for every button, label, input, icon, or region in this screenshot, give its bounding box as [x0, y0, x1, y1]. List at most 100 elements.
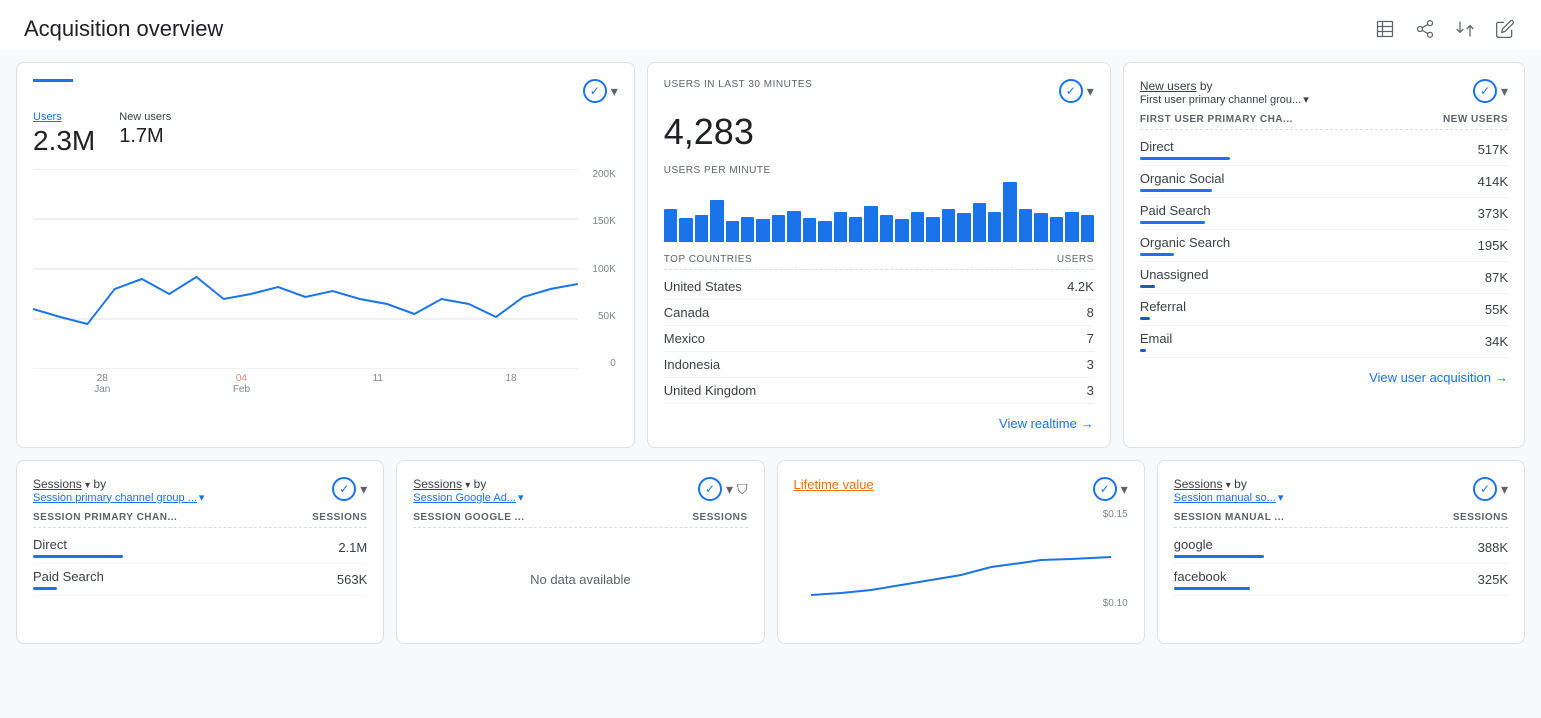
channel-value-email: 34K	[1485, 334, 1508, 349]
sessions-direct-name: Direct	[33, 537, 123, 558]
sessions-google-title: Sessions ▾ by	[413, 477, 698, 491]
sessions-google-subtitle: Session Google Ad... ▾	[413, 491, 698, 504]
bar-5	[726, 221, 739, 242]
realtime-dropdown[interactable]: ▾	[1087, 83, 1094, 100]
sessions-link-1[interactable]: Sessions	[33, 477, 82, 491]
users-check-icon[interactable]: ✓	[583, 79, 607, 103]
bar-21	[973, 203, 986, 242]
sessions-channel-subtitle: Session primary channel group ... ▾	[33, 491, 332, 504]
channel-value-unassigned: 87K	[1485, 270, 1508, 285]
lifetime-y-bottom: $0.10	[1103, 598, 1128, 609]
channel-subtitle: First user primary channel grou... ▾	[1140, 93, 1473, 106]
y-150k: 150K	[592, 216, 615, 227]
sessions-google-col-right: SESSIONS	[692, 512, 747, 523]
country-row-5: United Kingdom 3	[664, 378, 1094, 404]
bar-7	[756, 219, 769, 242]
sessions-google-list-header: SESSION GOOGLE ... SESSIONS	[413, 512, 747, 528]
table-icon[interactable]	[1373, 17, 1397, 41]
channel-dropdown-arrow[interactable]: ▾	[1303, 93, 1309, 106]
bar-18	[926, 217, 939, 242]
channel-list-header: FIRST USER PRIMARY CHA... NEW USERS	[1140, 114, 1508, 130]
no-data-message: No data available	[413, 532, 747, 627]
users-card-controls: ✓ ▾	[583, 79, 618, 103]
x-axis: 28Jan 04Feb 11 18	[33, 373, 618, 395]
countries-col-left: TOP COUNTRIES	[664, 254, 752, 265]
new-users-title: New users by	[1140, 79, 1473, 93]
sessions-manual-down[interactable]: ▾	[1278, 491, 1284, 504]
y-200k: 200K	[592, 169, 615, 180]
channel-value-referral: 55K	[1485, 302, 1508, 317]
sessions-channel-header: Sessions ▾ by Session primary channel gr…	[33, 477, 367, 504]
channel-bar-direct	[1140, 157, 1230, 160]
line-chart-svg	[33, 169, 578, 369]
channel-value-organic-social: 414K	[1478, 174, 1508, 189]
bar-23	[1003, 182, 1016, 242]
channel-row-unassigned: Unassigned 87K	[1140, 262, 1508, 294]
lifetime-svg	[794, 525, 1128, 605]
sessions-channel-down[interactable]: ▾	[199, 491, 205, 504]
sessions-manual-dropdown[interactable]: ▾	[1501, 481, 1508, 498]
channel-name-referral: Referral	[1140, 299, 1186, 320]
users-card: ✓ ▾ Users 2.3M New users 1.7M 200K 150K	[16, 62, 635, 448]
sessions-channel-check[interactable]: ✓	[332, 477, 356, 501]
new-users-dropdown[interactable]: ▾	[1501, 83, 1508, 100]
sessions-google-check[interactable]: ✓	[698, 477, 722, 501]
bar-26	[1050, 217, 1063, 242]
top-row: ✓ ▾ Users 2.3M New users 1.7M 200K 150K	[16, 62, 1525, 448]
share-icon[interactable]	[1413, 17, 1437, 41]
sessions-google-filter[interactable]: ⛉	[737, 481, 748, 498]
bar-14	[864, 206, 877, 242]
users-card-header: ✓ ▾	[33, 79, 618, 103]
users-dropdown[interactable]: ▾	[611, 83, 618, 100]
sessions-channel-subtitle-text[interactable]: Session primary channel group ...	[33, 492, 197, 504]
sessions-manual-check[interactable]: ✓	[1473, 477, 1497, 501]
sessions-google-subtitle-text[interactable]: Session Google Ad...	[413, 492, 516, 504]
y-0: 0	[592, 358, 615, 369]
bar-3	[695, 215, 708, 242]
sessions-google-dropdown[interactable]: ▾	[726, 481, 733, 498]
users-label[interactable]: Users	[33, 111, 95, 123]
edit-icon[interactable]	[1493, 17, 1517, 41]
sessions-manual-title-group: Sessions ▾ by Session manual so... ▾	[1174, 477, 1473, 504]
lifetime-header: Lifetime value ✓ ▾	[794, 477, 1128, 501]
channel-name-unassigned: Unassigned	[1140, 267, 1209, 288]
new-users-channel-card: New users by First user primary channel …	[1123, 62, 1525, 448]
bar-chart-area	[664, 182, 1094, 242]
channel-bar-email	[1140, 349, 1146, 352]
view-acquisition-link[interactable]: View user acquisition →	[1140, 370, 1508, 385]
lifetime-title[interactable]: Lifetime value	[794, 477, 1093, 492]
bar-1	[664, 209, 677, 242]
country-row-2: Canada 8	[664, 300, 1094, 326]
compare-icon[interactable]	[1453, 17, 1477, 41]
sessions-manual-subtitle: Session manual so... ▾	[1174, 491, 1473, 504]
lifetime-y-top: $0.15	[1103, 509, 1128, 520]
channel-name-organic-search: Organic Search	[1140, 235, 1230, 256]
view-realtime-link[interactable]: View realtime →	[664, 416, 1094, 431]
lifetime-check[interactable]: ✓	[1093, 477, 1117, 501]
channel-value-paid-search: 373K	[1478, 206, 1508, 221]
new-users-check-icon[interactable]: ✓	[1473, 79, 1497, 103]
country-row-1: United States 4.2K	[664, 274, 1094, 300]
new-users-title-group: New users by First user primary channel …	[1140, 79, 1473, 106]
sessions-manual-col-left: SESSION MANUAL ...	[1174, 512, 1285, 523]
sessions-channel-controls: ✓ ▾	[332, 477, 367, 501]
sessions-link-3[interactable]: Sessions	[1174, 477, 1223, 491]
sessions-manual-subtitle-text[interactable]: Session manual so...	[1174, 492, 1276, 504]
realtime-check-icon[interactable]: ✓	[1059, 79, 1083, 103]
sessions-channel-dropdown[interactable]: ▾	[360, 481, 367, 498]
countries-col-right: USERS	[1057, 254, 1094, 265]
lifetime-dropdown[interactable]: ▾	[1121, 481, 1128, 498]
sessions-link-2[interactable]: Sessions	[413, 477, 462, 491]
channel-row-email: Email 34K	[1140, 326, 1508, 358]
sessions-manual-title: Sessions ▾ by	[1174, 477, 1473, 491]
channel-name-paid-search: Paid Search	[1140, 203, 1211, 224]
sessions-channel-title-group: Sessions ▾ by Session primary channel gr…	[33, 477, 332, 504]
sessions-direct-value: 2.1M	[338, 540, 367, 555]
x-label-04: 04Feb	[233, 373, 250, 395]
bar-10	[803, 218, 816, 242]
channel-name-organic-social: Organic Social	[1140, 171, 1225, 192]
channel-bar-referral	[1140, 317, 1150, 320]
bar-8	[772, 215, 785, 242]
new-users-link[interactable]: New users	[1140, 79, 1197, 93]
sessions-google-down[interactable]: ▾	[518, 491, 524, 504]
